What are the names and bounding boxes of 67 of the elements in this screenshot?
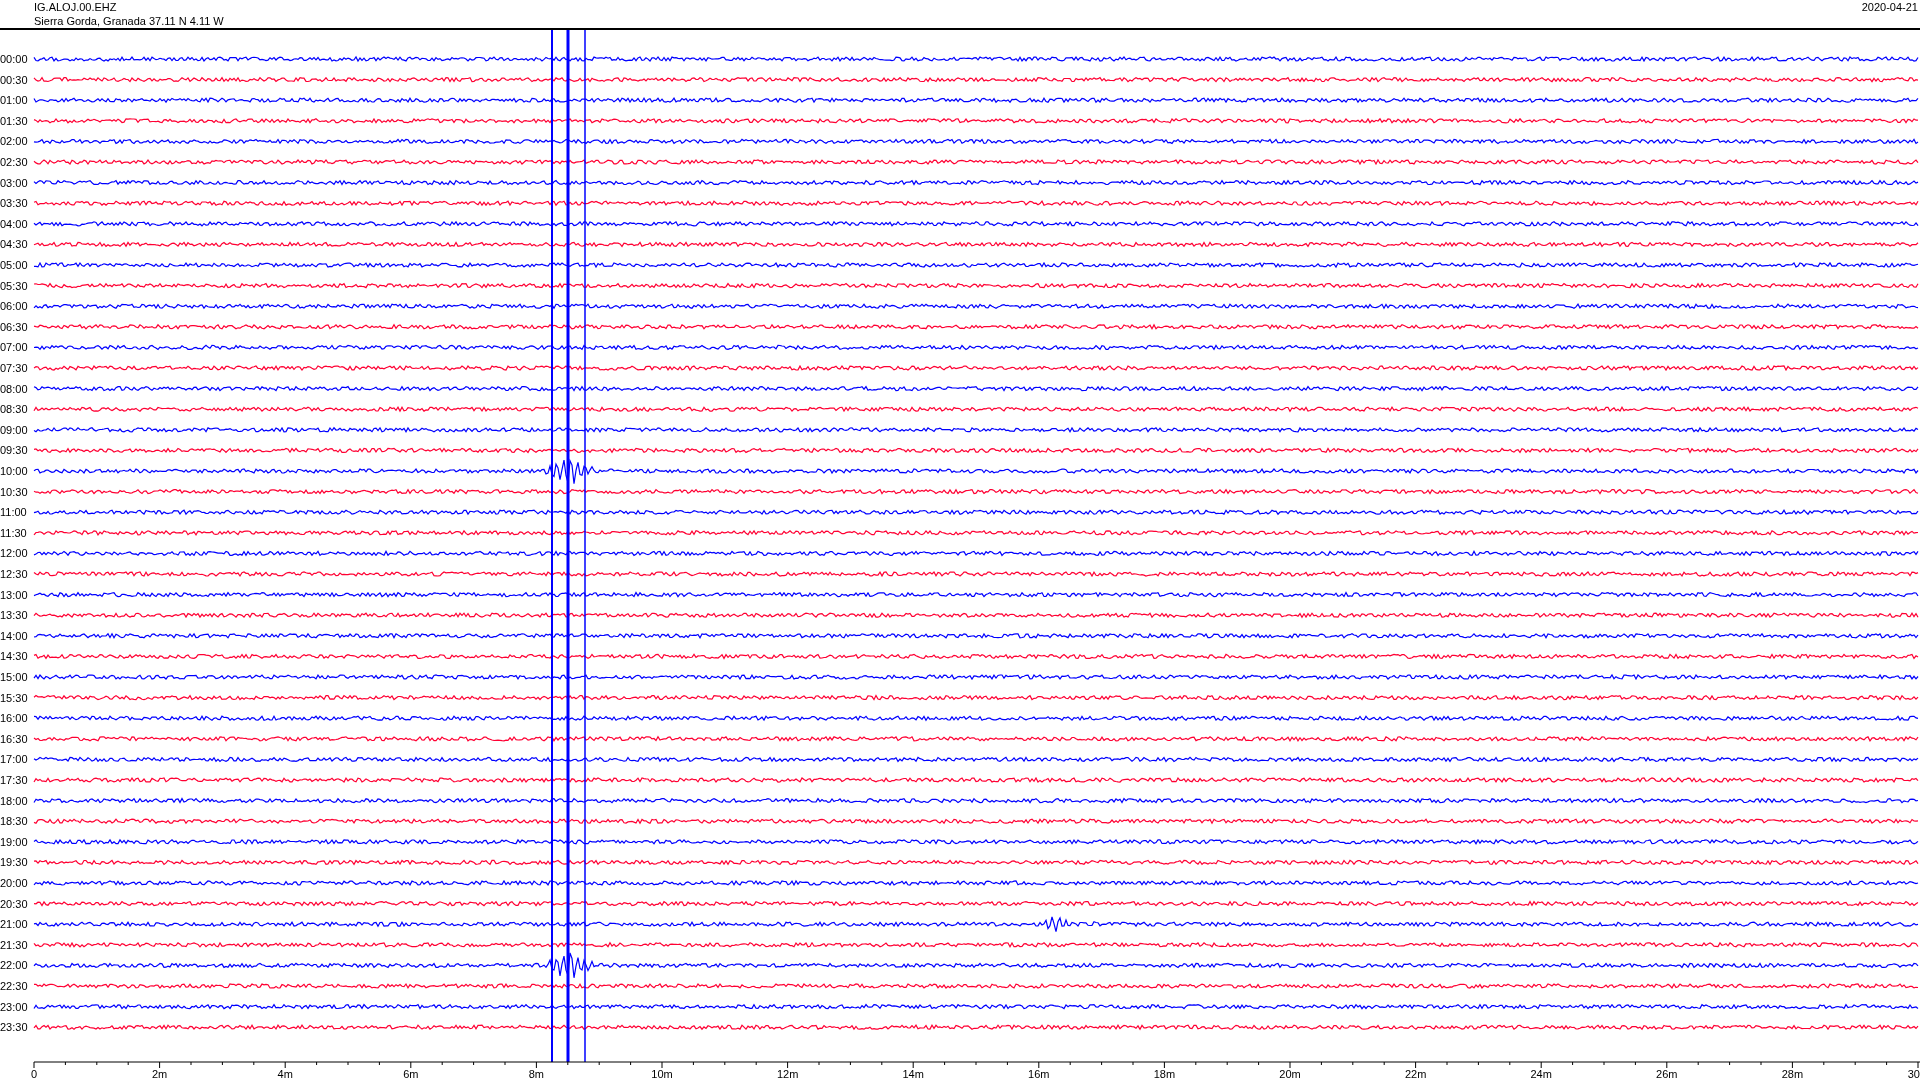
time-label: 09:00 [0,423,28,436]
time-label: 05:30 [0,279,28,292]
time-label: 20:30 [0,897,28,910]
time-label: 09:30 [0,444,28,457]
time-label: 18:00 [0,794,28,807]
axis-tick-label: 10m [651,1068,673,1080]
time-label: 00:30 [0,73,28,86]
time-label: 03:30 [0,197,28,210]
time-label: 04:00 [0,217,28,230]
time-label: 02:30 [0,156,28,168]
time-label: 12:30 [0,568,28,580]
time-label: 22:30 [0,980,28,992]
time-label: 03:00 [0,176,28,189]
axis-tick-label: 8m [528,1068,545,1080]
time-label: 11:00 [0,506,27,519]
time-label: 21:00 [0,918,28,931]
time-label: 07:00 [0,341,28,354]
axis-tick-label: 26m [1656,1068,1678,1080]
time-label: 04:30 [0,238,28,251]
axis-tick-label: 22m [1404,1068,1427,1080]
time-label: 19:30 [0,856,28,869]
time-label: 15:30 [0,691,28,704]
time-label: 23:30 [0,1021,28,1034]
time-label: 08:00 [0,382,28,395]
axis-tick-label: 30 [1907,1068,1920,1080]
time-label: 16:30 [0,732,28,745]
axis-tick-label: 0 [31,1068,38,1080]
axis-tick-label: 20m [1279,1068,1301,1080]
time-label: 10:30 [0,485,28,498]
axis-tick-label: 28m [1781,1068,1804,1080]
axis-tick-label: 6m [403,1068,419,1080]
time-label: 11:30 [0,526,27,539]
time-label: 21:30 [0,938,28,951]
axis-tick-label: 24m [1530,1068,1552,1080]
time-label: 23:00 [0,1000,28,1013]
time-label: 10:00 [0,465,28,477]
time-label: 15:00 [0,671,28,683]
time-label: 14:30 [0,650,28,663]
time-label: 16:00 [0,712,28,725]
time-label: 17:30 [0,774,28,786]
axis-tick-label: 12m [776,1068,799,1080]
plot-date: 2020-04-21 [1861,0,1918,14]
axis-tick-label: 4m [277,1068,293,1080]
time-label: 20:00 [0,877,28,889]
time-label: 19:00 [0,835,28,848]
time-label: 06:30 [0,320,28,333]
axis-tick-label: 16m [1028,1068,1050,1080]
time-label: 01:30 [0,114,28,127]
time-label: 22:00 [0,959,28,972]
time-label: 13:00 [0,588,28,601]
time-label: 13:30 [0,609,28,622]
time-label: 08:30 [0,403,28,416]
time-label: 00:00 [0,53,28,65]
axis-tick-label: 2m [151,1068,168,1080]
time-label: 05:00 [0,259,28,271]
time-label: 17:00 [0,753,28,766]
time-label: 18:30 [0,815,28,828]
time-label: 12:00 [0,547,28,560]
station-code: IG.ALOJ.00.EHZ [34,0,118,14]
time-label: 02:00 [0,135,28,148]
time-label: 14:00 [0,629,28,642]
time-label: 01:00 [0,94,28,107]
time-label: 06:00 [0,300,28,313]
station-location: Sierra Gorda, Granada 37.11 N 4.11 W [34,14,224,28]
axis-tick-label: 14m [902,1068,924,1080]
time-label: 07:30 [0,362,28,374]
axis-tick-label: 18m [1153,1068,1176,1080]
